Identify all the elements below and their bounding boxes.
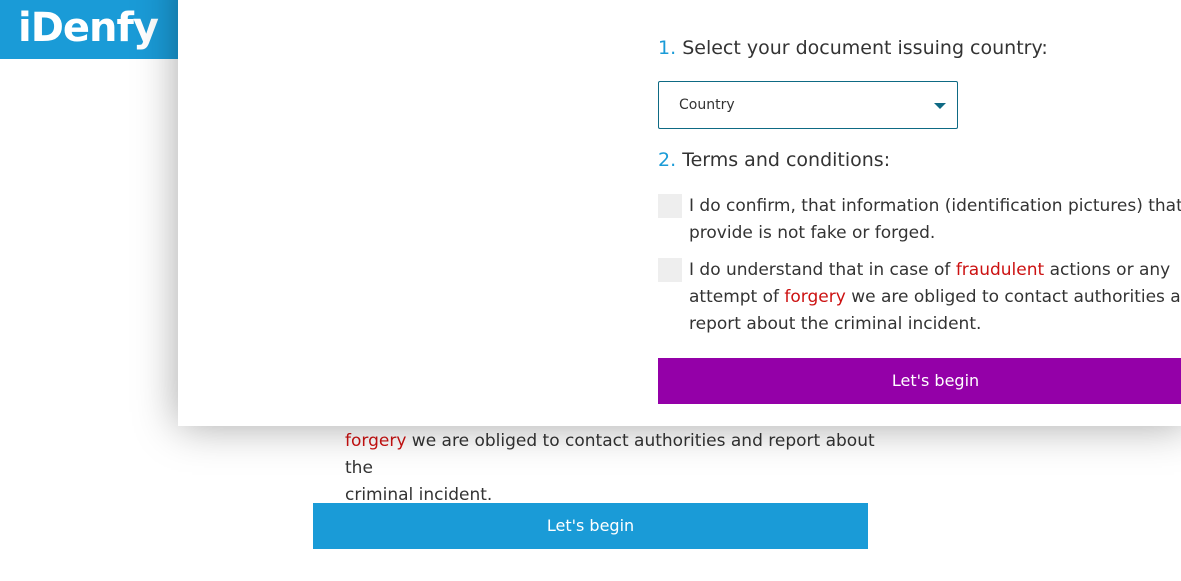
confirm-text: I do confirm, that information (identifi… [689,196,1181,243]
country-terms-modal: 1. Select your document issuing country:… [178,0,1181,426]
confirm-checkbox[interactable] [658,194,682,218]
background-terms-line2: criminal incident. [345,485,493,505]
step-2-number: 2. [658,149,677,171]
idenfy-logo: iDenfy [18,5,159,51]
step-1-number: 1. [658,37,677,59]
modal-body: 1. Select your document issuing country:… [178,0,1181,466]
country-select-value: Country [679,97,735,113]
step-1-heading: 1. Select your document issuing country: [658,37,1048,59]
step-2-heading: 2. Terms and conditions: [658,149,890,171]
chevron-down-icon [934,103,946,109]
background-begin-button[interactable]: Let's begin [313,503,868,549]
fraudulent-highlight: fraudulent [955,260,1045,280]
step-1-label: Select your document issuing country: [682,37,1048,59]
understand-checkbox[interactable] [658,258,682,282]
step-2-label: Terms and conditions: [682,149,891,171]
country-select[interactable]: Country [658,81,958,129]
lets-begin-button[interactable]: Let's begin [658,358,1181,404]
understand-text: I do understand that in case of fraudule… [689,257,1181,338]
forgery-highlight: forgery [784,287,846,307]
understand-text-part1: I do understand that in case of [689,260,956,280]
logo-banner: iDenfy [0,0,200,59]
